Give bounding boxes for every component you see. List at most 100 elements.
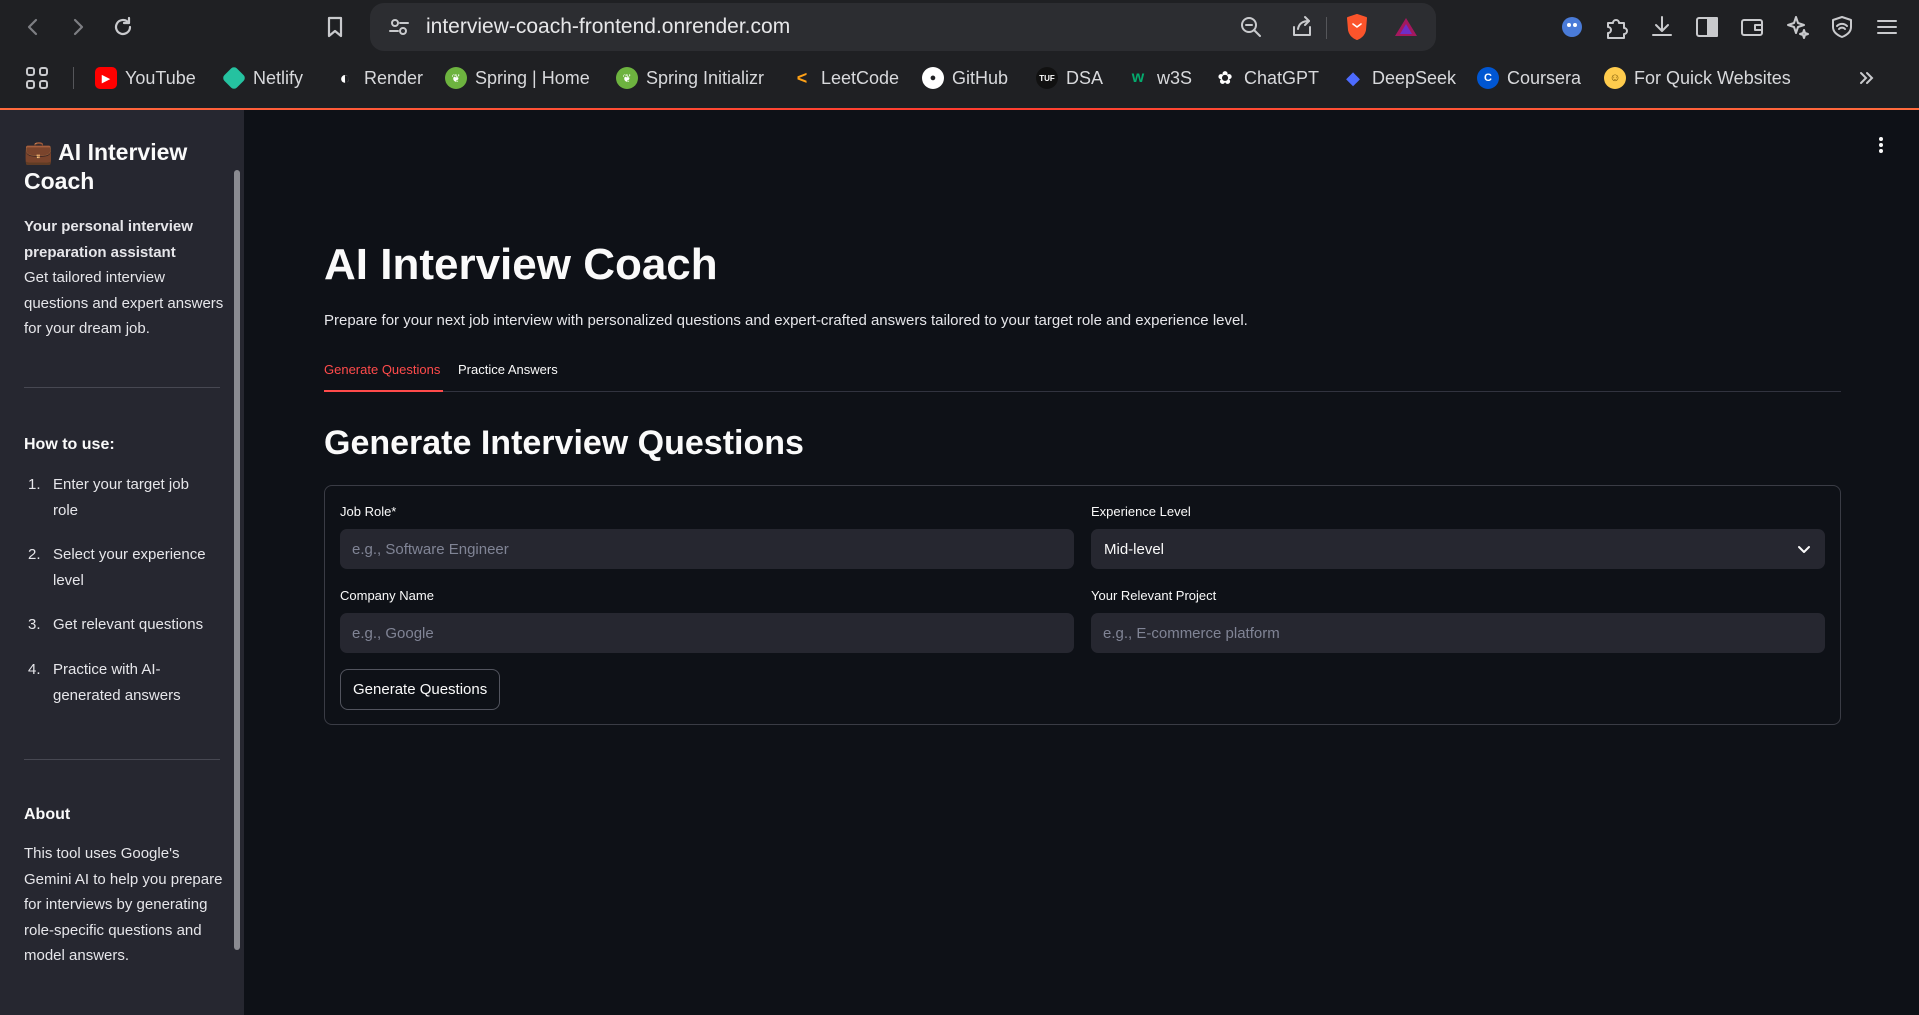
- active-tab-indicator: [324, 390, 443, 392]
- step-number: 2.: [28, 546, 41, 563]
- bookmark-w3s[interactable]: w w3S: [1127, 58, 1192, 98]
- sidebar-title: 💼 AI Interview Coach: [24, 139, 188, 194]
- bookmark-label: Spring | Home: [475, 67, 590, 88]
- reload-button[interactable]: [106, 10, 140, 44]
- company-name-input[interactable]: [340, 613, 1074, 653]
- experience-level-select[interactable]: Mid-level: [1091, 529, 1825, 569]
- step-text: Practice with AI-generated answers: [53, 661, 181, 704]
- youtube-icon: ▶: [95, 67, 117, 89]
- step-number: 1.: [28, 476, 41, 493]
- chevron-right-icon: [73, 18, 84, 36]
- github-icon: ●: [922, 67, 944, 89]
- chatgpt-icon: ✿: [1217, 67, 1233, 88]
- site-settings-icon[interactable]: [382, 10, 416, 44]
- leo-ai-icon[interactable]: [1779, 9, 1815, 45]
- hamburger-menu-icon[interactable]: [1869, 9, 1905, 45]
- bookmark-spring-home[interactable]: ❦ Spring | Home: [445, 58, 590, 98]
- page-title: AI Interview Coach: [324, 240, 718, 289]
- section-title: Generate Interview Questions: [324, 424, 804, 462]
- bookmark-label: Netlify: [253, 67, 304, 88]
- bookmark-label: LeetCode: [821, 67, 900, 88]
- wallet-icon[interactable]: [1734, 9, 1770, 45]
- bookmark-dsa[interactable]: TUF DSA: [1036, 58, 1103, 98]
- experience-level-value: Mid-level: [1104, 540, 1165, 558]
- kebab-menu-icon: [1879, 143, 1883, 147]
- bookmark-label: For Quick Websites: [1634, 67, 1791, 88]
- chevron-down-icon: [1798, 546, 1810, 553]
- about-text: This tool uses Google's Gemini AI to hel…: [24, 845, 223, 964]
- url-text[interactable]: interview-coach-frontend.onrender.com: [426, 3, 790, 51]
- relevant-project-input[interactable]: [1091, 613, 1825, 653]
- apps-grid-icon: [26, 67, 48, 89]
- step-text: Select your experience level: [53, 546, 206, 589]
- job-role-label: Job Role*: [340, 504, 397, 519]
- app-menu-button[interactable]: [1872, 136, 1890, 154]
- bookmark-label: DeepSeek: [1372, 67, 1457, 88]
- bookmark-deepseek[interactable]: ◆ DeepSeek: [1342, 58, 1456, 98]
- page-description: Prepare for your next job interview with…: [324, 312, 1248, 329]
- generate-questions-button[interactable]: Generate Questions: [340, 669, 501, 710]
- brave-shields-icon[interactable]: [1340, 10, 1374, 44]
- sidebar-intro: Get tailored interview questions and exp…: [24, 269, 224, 337]
- company-name-label: Company Name: [340, 588, 434, 603]
- downloads-icon[interactable]: [1644, 9, 1680, 45]
- bookmark-leetcode[interactable]: < LeetCode: [791, 58, 899, 98]
- kebab-menu-icon: [1879, 137, 1883, 141]
- share-icon[interactable]: [1285, 10, 1319, 44]
- coursera-icon: C: [1477, 67, 1499, 89]
- browser-toolbar: interview-coach-frontend.onrender.com ▶ …: [0, 0, 1919, 108]
- tuf-icon: TUF: [1036, 67, 1058, 89]
- sidebar-scrollbar[interactable]: [234, 170, 240, 950]
- bookmark-label: GitHub: [952, 67, 1009, 88]
- deepseek-icon: ◆: [1346, 67, 1360, 88]
- bookmark-coursera[interactable]: C Coursera: [1477, 58, 1581, 98]
- url-separator: [1326, 17, 1327, 39]
- bookmark-spring-initializr[interactable]: ❦ Spring Initializr: [616, 58, 764, 98]
- kebab-menu-icon: [1879, 149, 1883, 153]
- bookmark-label: Spring Initializr: [646, 67, 765, 88]
- vpn-icon[interactable]: [1824, 9, 1860, 45]
- back-button[interactable]: [16, 10, 50, 44]
- bookmark-page-button[interactable]: [318, 10, 352, 44]
- step-text: Enter your target job role: [53, 476, 189, 519]
- w3schools-icon: w: [1131, 69, 1145, 86]
- bookmark-label: Render: [364, 67, 424, 88]
- step-text: Get relevant questions: [53, 616, 204, 633]
- bookmark-label: DSA: [1066, 67, 1104, 88]
- zoom-icon[interactable]: [1234, 10, 1268, 44]
- forward-button[interactable]: [61, 10, 95, 44]
- bookmark-github[interactable]: ● GitHub: [922, 58, 1008, 98]
- bookmark-label: ChatGPT: [1244, 67, 1320, 88]
- tab-practice-answers[interactable]: Practice Answers: [458, 362, 558, 377]
- experience-level-label: Experience Level: [1091, 504, 1191, 519]
- sidebar-divider: [24, 387, 220, 388]
- about-heading: About: [24, 806, 71, 823]
- bookmark-label: Coursera: [1507, 67, 1582, 88]
- sidebar: 💼 AI Interview Coach Your personal inter…: [0, 110, 244, 1015]
- double-chevron-right-icon: [1860, 72, 1874, 84]
- more-bookmarks-button[interactable]: [1856, 58, 1878, 98]
- reload-icon: [114, 16, 132, 36]
- sidebar-subtitle: Your personal interview preparation assi…: [24, 218, 193, 261]
- extensions-icon[interactable]: [1599, 9, 1635, 45]
- job-role-input[interactable]: [340, 529, 1074, 569]
- chevron-left-icon: [27, 18, 38, 36]
- bookmark-chatgpt[interactable]: ✿ ChatGPT: [1214, 58, 1319, 98]
- tab-generate-questions[interactable]: Generate Questions: [324, 362, 440, 377]
- bookmarks-separator: [73, 67, 74, 89]
- spring-icon: ❦: [445, 67, 467, 89]
- step-number: 4.: [28, 661, 41, 678]
- bookmark-render[interactable]: ◐ Render: [334, 58, 423, 98]
- spring-icon: ❦: [616, 67, 638, 89]
- bookmark-netlify[interactable]: Netlify: [221, 58, 304, 98]
- sidebar-toggle-icon[interactable]: [1689, 9, 1725, 45]
- extension-ai-icon[interactable]: [1554, 9, 1590, 45]
- address-bar[interactable]: interview-coach-frontend.onrender.com: [370, 3, 1436, 51]
- step-number: 3.: [28, 616, 41, 633]
- bookmark-youtube[interactable]: ▶ YouTube: [95, 58, 196, 98]
- bookmark-label: YouTube: [125, 67, 196, 88]
- apps-grid-button[interactable]: [24, 58, 50, 98]
- brave-rewards-icon[interactable]: [1389, 10, 1423, 44]
- bookmark-quick-websites[interactable]: ☺ For Quick Websites: [1604, 58, 1791, 98]
- leetcode-icon: <: [796, 67, 808, 88]
